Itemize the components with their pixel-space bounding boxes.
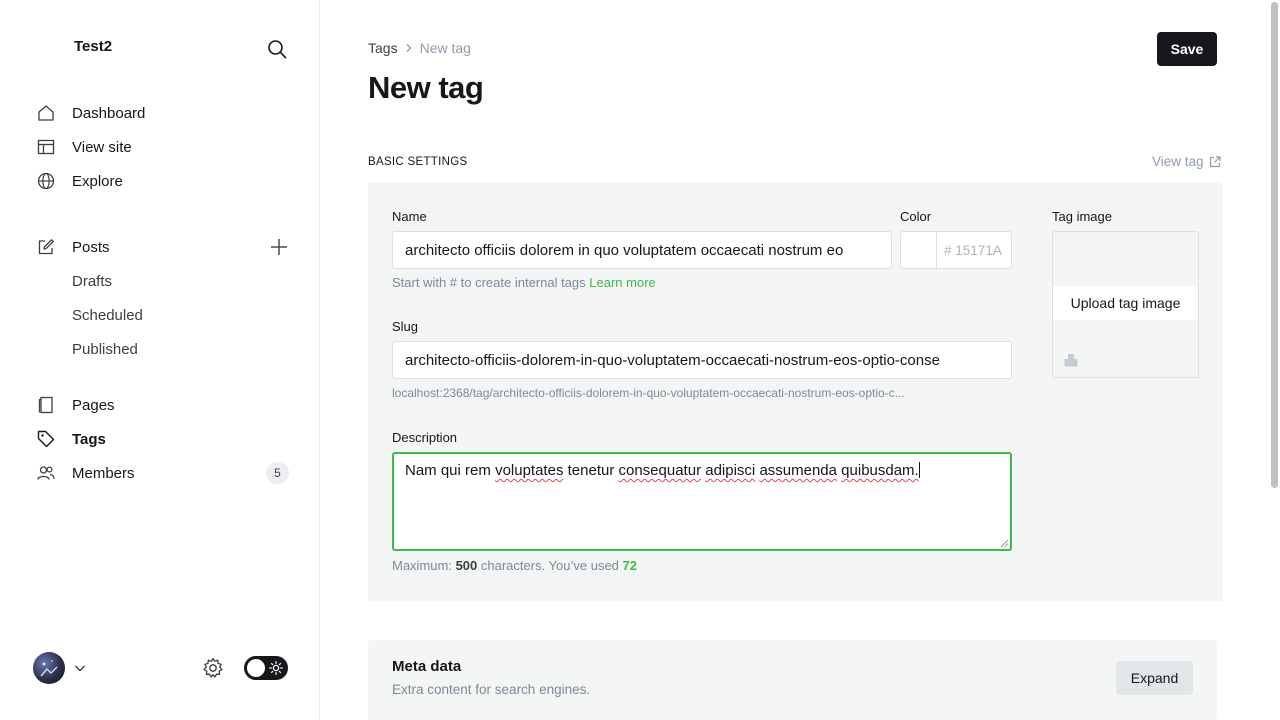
resize-grip-icon[interactable] [1000, 539, 1008, 547]
settings-button[interactable] [201, 656, 225, 680]
slug-input[interactable]: architecto-officiis-dolorem-in-quo-volup… [392, 341, 1012, 379]
nav-members[interactable]: Members [36, 461, 256, 485]
upload-icon[interactable] [1064, 353, 1078, 367]
avatar-image-icon [40, 660, 58, 677]
color-input[interactable]: # 15171A [936, 231, 1012, 269]
nav-view-site-label: View site [72, 138, 132, 156]
nav-explore[interactable]: Explore [36, 169, 292, 193]
description-label: Description [392, 430, 458, 445]
desc-word-misspelled: adipisci [705, 462, 756, 479]
nav-view-site[interactable]: View site [36, 135, 292, 159]
slug-url-preview: localhost:2368/tag/architecto-officiis-d… [392, 386, 905, 400]
breadcrumb-current: New tag [419, 40, 471, 56]
scrollbar-thumb[interactable] [1271, 2, 1278, 488]
globe-icon [36, 171, 56, 191]
color-placeholder: 15171A [955, 242, 1002, 258]
char-count-prefix: Maximum: [392, 558, 456, 573]
learn-more-link[interactable]: Learn more [589, 275, 655, 290]
color-label: Color [900, 209, 932, 224]
account-menu-button[interactable] [73, 661, 87, 675]
nav-pages[interactable]: Pages [36, 393, 292, 417]
gear-icon [203, 657, 223, 678]
desc-word-misspelled: consequatur [618, 462, 702, 479]
nav-explore-label: Explore [72, 172, 123, 190]
name-hint: Start with # to create internal tags Lea… [392, 275, 656, 290]
name-input[interactable]: architecto officiis dolorem in quo volup… [392, 231, 892, 269]
pages-icon [36, 395, 56, 415]
char-count-max: 500 [455, 558, 478, 573]
search-icon [268, 40, 287, 59]
view-tag-link[interactable]: View tag [1152, 154, 1221, 169]
edit-icon [36, 237, 56, 257]
nav-dashboard[interactable]: Dashboard [36, 101, 292, 125]
desc-word: rem [465, 462, 491, 479]
meta-data-panel [368, 640, 1217, 720]
char-count-mid: characters. You’ve used [477, 558, 623, 573]
slug-label: Slug [392, 319, 419, 334]
upload-tag-image-button[interactable]: Upload tag image [1053, 286, 1198, 320]
chevron-down-icon [75, 665, 85, 672]
nav-tags-label: Tags [72, 430, 106, 448]
color-hash: # [944, 242, 952, 258]
theme-toggle[interactable] [244, 656, 288, 680]
nav-posts[interactable]: Posts [36, 235, 256, 259]
text-caret [918, 462, 920, 478]
site-title[interactable]: Test2 [74, 38, 112, 55]
toggle-knob [247, 659, 265, 677]
breadcrumb: Tags New tag [368, 40, 471, 56]
members-icon [36, 463, 56, 483]
nav-scheduled[interactable]: Scheduled [72, 304, 143, 326]
desc-word-misspelled: assumenda [759, 462, 837, 479]
name-label: Name [392, 209, 427, 224]
tag-icon [36, 429, 56, 449]
home-icon [36, 103, 56, 123]
plus-icon [271, 239, 287, 255]
expand-meta-button[interactable]: Expand [1116, 661, 1193, 695]
external-link-icon [1209, 155, 1221, 168]
nav-drafts[interactable]: Drafts [72, 270, 112, 292]
color-swatch[interactable] [900, 231, 937, 269]
nav-dashboard-label: Dashboard [72, 104, 146, 122]
desc-word: qui [440, 462, 461, 479]
desc-word-misspelled: quibusdam. [841, 462, 919, 479]
tag-image-label: Tag image [1052, 209, 1112, 224]
desc-word-misspelled: voluptates [495, 462, 564, 479]
description-textarea[interactable]: Nam qui rem voluptates tenetur consequat… [392, 452, 1012, 551]
name-hint-text: Start with # to create internal tags [392, 275, 586, 290]
save-button[interactable]: Save [1157, 32, 1217, 66]
desc-word: tenetur [567, 462, 615, 479]
search-button[interactable] [266, 38, 288, 60]
breadcrumb-tags-link[interactable]: Tags [368, 40, 398, 56]
view-tag-label: View tag [1152, 154, 1204, 169]
chevron-right-icon [404, 43, 414, 53]
basic-settings-heading: BASIC SETTINGS [368, 156, 468, 168]
sun-icon [268, 660, 284, 676]
meta-data-subtitle: Extra content for search engines. [392, 682, 591, 697]
desc-word: Nam [405, 462, 437, 479]
nav-posts-label: Posts [72, 238, 110, 256]
char-count-used: 72 [622, 558, 637, 573]
new-post-button[interactable] [268, 236, 290, 258]
layout-icon [36, 137, 56, 157]
page-title: New tag [368, 70, 484, 105]
avatar[interactable] [33, 652, 65, 684]
nav-published[interactable]: Published [72, 338, 138, 360]
nav-members-label: Members [72, 464, 135, 482]
members-count-badge: 5 [266, 462, 289, 484]
description-char-count: Maximum: 500 characters. You’ve used 72 [392, 558, 637, 573]
nav-pages-label: Pages [72, 396, 115, 414]
nav-tags[interactable]: Tags [36, 427, 292, 451]
meta-data-title: Meta data [392, 658, 462, 675]
sidebar: Test2 Dashboard View site Explore Posts … [0, 0, 320, 720]
